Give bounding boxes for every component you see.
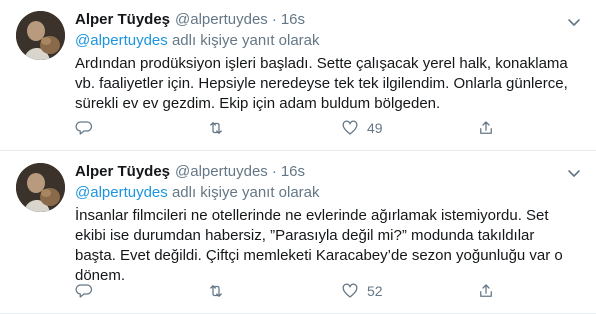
author-name[interactable]: Alper Tüydeş <box>75 10 170 30</box>
tweet-text: İnsanlar filmcileri ne otellerinde ne ev… <box>75 206 575 286</box>
separator-dot: · <box>271 163 277 180</box>
tweet-text-line: ekibi ise durumdan habersiz, ”Parasıyla … <box>75 227 535 244</box>
author-name[interactable]: Alper Tüydeş <box>75 162 170 182</box>
tweet-actions: 49 <box>75 118 536 138</box>
reply-context: @alpertuydes adlı kişiye yanıt olarak <box>75 31 580 51</box>
avatar-image <box>16 163 65 212</box>
tweet-text-line: sürekli ev ev gezdim. Ekip için adam bul… <box>75 95 441 112</box>
retweet-button[interactable] <box>207 282 225 300</box>
like-button[interactable]: 52 <box>341 282 383 300</box>
reply-context: @alpertuydes adlı kişiye yanıt olarak <box>75 183 580 203</box>
reply-context-label: adlı kişiye yanıt olarak <box>167 184 320 201</box>
heart-icon <box>342 283 358 298</box>
avatar[interactable] <box>16 163 65 212</box>
tweet-header: Alper Tüydeş @alpertuydes · 16s <box>75 162 580 182</box>
reply-button[interactable] <box>75 119 93 137</box>
tweet-text-line: başta. Evet değildi. Çiftçi memleketi Ka… <box>75 247 563 264</box>
tweet[interactable]: Alper Tüydeş @alpertuydes · 16s @alpertu… <box>0 0 596 151</box>
author-handle[interactable]: @alpertuydes <box>175 10 268 30</box>
tweet-text: Ardından prodüksiyon işleri başladı. Set… <box>75 54 575 114</box>
reply-context-label: adlı kişiye yanıt olarak <box>167 32 320 49</box>
chevron-down-icon[interactable] <box>566 165 582 181</box>
retweet-button[interactable] <box>207 119 225 137</box>
tweet-text-line: vb. faaliyetler için. Hepsiyle neredeyse… <box>75 75 568 92</box>
avatar[interactable] <box>16 11 65 60</box>
reply-mention-link[interactable]: @alpertuydes <box>75 184 168 201</box>
tweet-text-line: İnsanlar filmcileri ne otellerinde ne ev… <box>75 207 549 224</box>
reply-icon <box>75 121 93 135</box>
like-button[interactable]: 49 <box>341 119 383 137</box>
reply-mention-link[interactable]: @alpertuydes <box>75 32 168 49</box>
separator-dot: · <box>271 11 277 28</box>
retweet-icon <box>210 285 222 297</box>
heart-icon <box>342 120 358 135</box>
timestamp[interactable]: 16s <box>281 10 305 30</box>
share-icon <box>480 284 492 297</box>
timestamp[interactable]: 16s <box>281 162 305 182</box>
reply-icon <box>75 284 93 298</box>
tweet-text-line: Ardından prodüksiyon işleri başladı. Set… <box>75 55 568 72</box>
tweet-header: Alper Tüydeş @alpertuydes · 16s <box>75 10 580 30</box>
share-icon <box>480 121 492 134</box>
reply-button[interactable] <box>75 282 93 300</box>
share-button[interactable] <box>477 282 495 300</box>
avatar-image <box>16 11 65 60</box>
like-count: 52 <box>367 283 383 299</box>
share-button[interactable] <box>477 119 495 137</box>
tweet-actions: 52 <box>75 281 536 301</box>
retweet-icon <box>210 122 222 134</box>
tweet[interactable]: Alper Tüydeş @alpertuydes · 16s @alpertu… <box>0 151 596 314</box>
like-count: 49 <box>367 120 383 136</box>
chevron-down-icon[interactable] <box>566 14 582 30</box>
author-handle[interactable]: @alpertuydes <box>175 162 268 182</box>
